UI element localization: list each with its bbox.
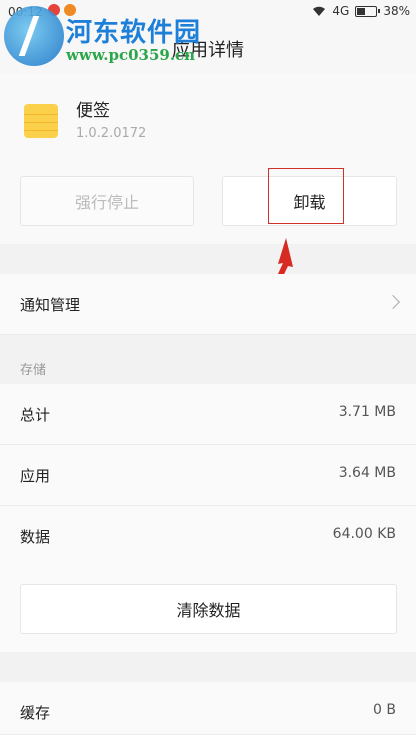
page-title: 应用详情 bbox=[172, 40, 244, 61]
uninstall-button[interactable]: 卸载 bbox=[222, 176, 397, 226]
app-info-card: 便签 1.0.2.0172 强行停止 卸载 bbox=[0, 74, 416, 244]
storage-row-total: 总计 3.71 MB bbox=[0, 384, 416, 445]
battery-percent: 38% bbox=[383, 4, 410, 18]
wifi-icon bbox=[313, 6, 326, 16]
battery-icon bbox=[355, 5, 381, 17]
weibo-icon bbox=[48, 4, 60, 16]
cache-label: 缓存 bbox=[20, 704, 51, 722]
storage-row-value: 3.71 MB bbox=[338, 404, 396, 420]
app-version: 1.0.2.0172 bbox=[76, 126, 147, 141]
chevron-right-icon bbox=[385, 294, 401, 310]
storage-row-app: 应用 3.64 MB bbox=[0, 445, 416, 506]
status-right: 4G 38% bbox=[312, 4, 410, 18]
storage-row-data: 数据 64.00 KB bbox=[0, 506, 416, 567]
network-type: 4G bbox=[332, 4, 350, 18]
storage-row-value: 3.64 MB bbox=[338, 465, 396, 481]
notes-icon bbox=[24, 104, 58, 138]
notification-management-label: 通知管理 bbox=[20, 296, 81, 314]
storage-row-label: 总计 bbox=[20, 406, 51, 424]
force-stop-button[interactable]: 强行停止 bbox=[20, 176, 194, 226]
cache-section-spacer bbox=[0, 652, 416, 682]
status-bar: 00:12 4G 38% bbox=[0, 0, 416, 24]
storage-row-label: 应用 bbox=[20, 467, 51, 485]
storage-row-label: 数据 bbox=[20, 528, 51, 546]
notification-management-row[interactable]: 通知管理 bbox=[0, 274, 416, 335]
status-time: 00:12 bbox=[8, 5, 43, 19]
cache-row: 缓存 0 B bbox=[0, 682, 416, 735]
notification-icons bbox=[48, 3, 76, 16]
storage-row-value: 64.00 KB bbox=[332, 526, 396, 542]
app-notification-icon bbox=[64, 4, 76, 16]
title-bar: 应用详情 bbox=[0, 24, 416, 74]
storage-section-title: 存储 bbox=[20, 363, 47, 378]
app-name: 便签 bbox=[76, 101, 110, 121]
cache-value: 0 B bbox=[373, 702, 396, 718]
clear-data-button[interactable]: 清除数据 bbox=[20, 584, 397, 634]
